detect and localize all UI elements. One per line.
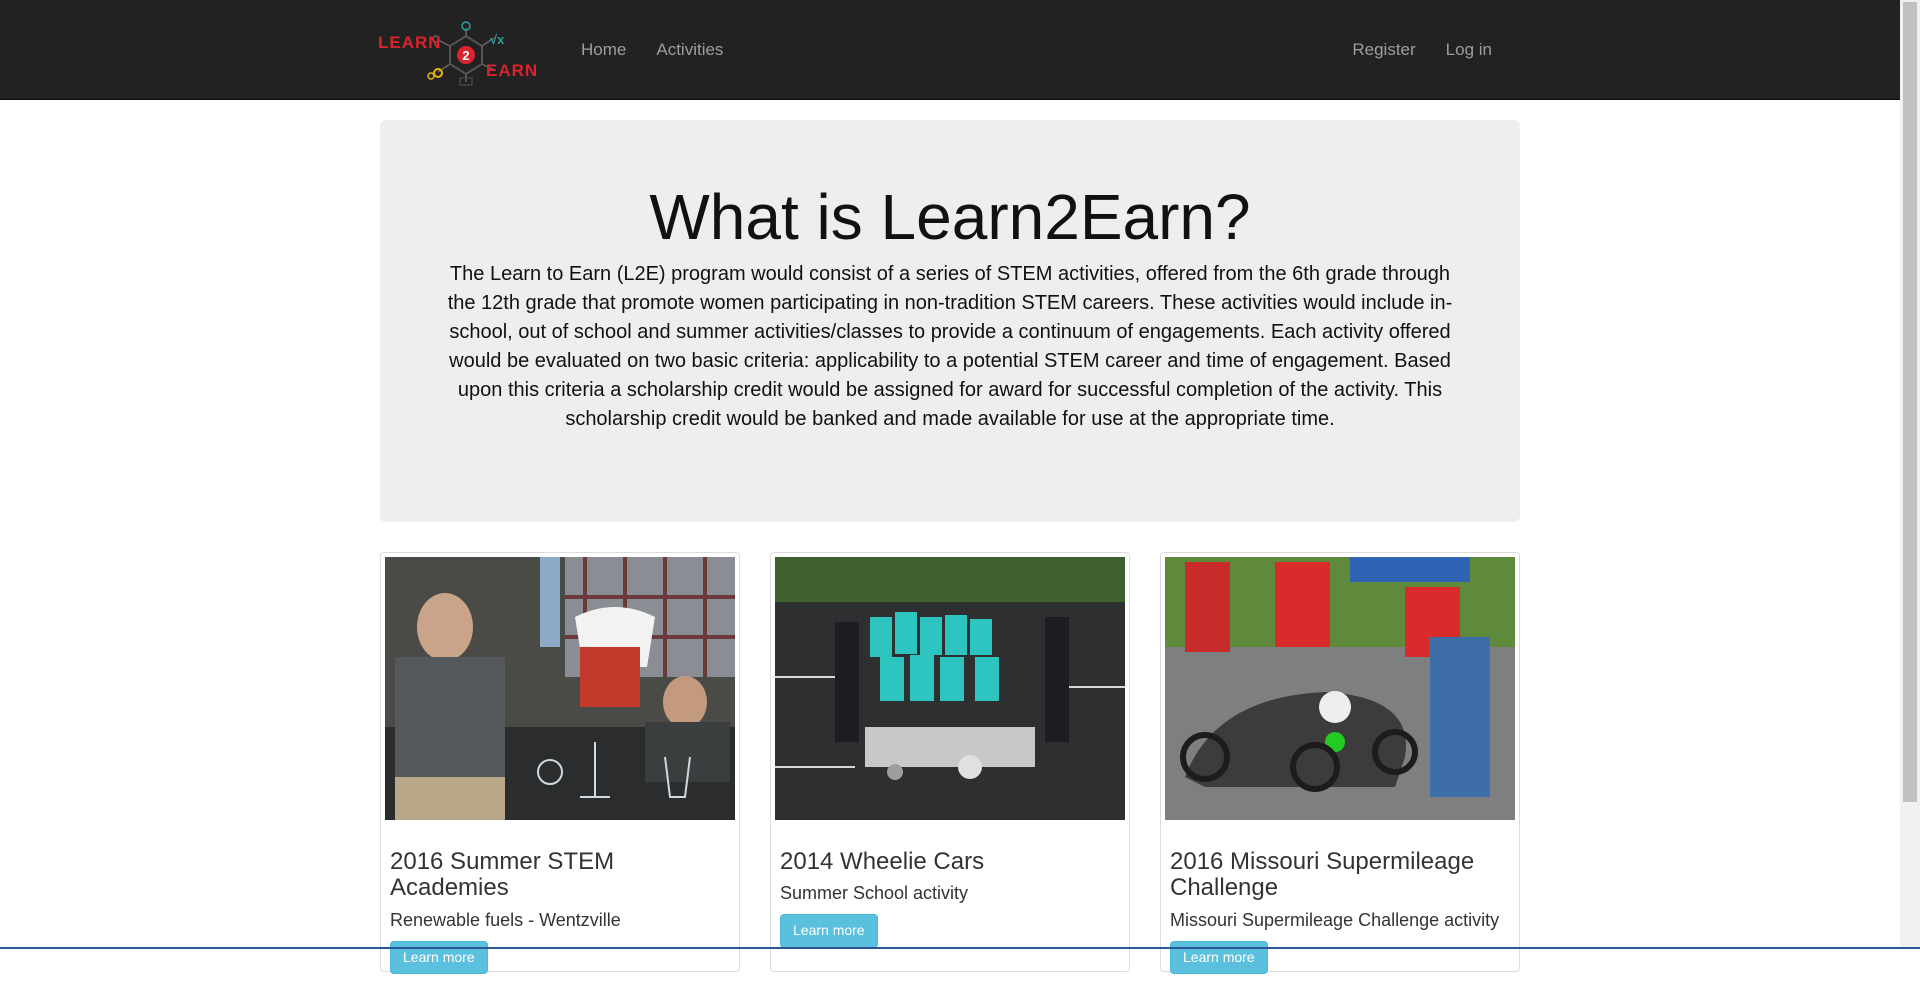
logo-sqrt: √x <box>490 32 505 47</box>
group-photo[interactable] <box>775 557 1125 820</box>
activity-card: 2016 Missouri Supermileage Challenge Mis… <box>1160 552 1520 975</box>
card-subtitle: Renewable fuels - Wentzville <box>390 909 621 930</box>
logo-digit: 2 <box>462 48 469 63</box>
learn2earn-logo[interactable]: 2 √x LEARN EARN <box>378 14 554 86</box>
learn-more-button[interactable]: Learn more <box>1170 940 1268 975</box>
card-title: 2016 Summer STEM Academies <box>390 848 615 902</box>
logo-word-learn: LEARN <box>378 33 442 52</box>
top-navbar: 2 √x LEARN EARN Home Activities Register… <box>0 0 1900 100</box>
nav-register-link[interactable]: Register <box>1337 0 1430 100</box>
page-title: What is Learn2Earn? <box>649 181 1251 253</box>
lab-photo[interactable] <box>385 557 735 820</box>
account-nav: Register Log in <box>1337 0 1507 100</box>
card-title: 2016 Missouri Supermileage Challenge <box>1170 848 1475 902</box>
nav-home-link[interactable]: Home <box>566 0 641 100</box>
scrollbar-thumb[interactable] <box>1903 2 1917 802</box>
learn-more-button[interactable]: Learn more <box>780 914 878 948</box>
intro-paragraph: The Learn to Earn (L2E) program would co… <box>447 263 1453 430</box>
nav-login-link[interactable]: Log in <box>1431 0 1507 100</box>
race-car-photo[interactable] <box>1165 557 1515 820</box>
learn-more-button[interactable]: Learn more <box>390 940 488 975</box>
intro-jumbotron: What is Learn2Earn? The Learn to Earn (L… <box>380 120 1520 522</box>
activity-card: 2014 Wheelie Cars Summer School activity… <box>770 552 1130 972</box>
logo-word-earn: EARN <box>486 61 538 80</box>
card-subtitle: Missouri Supermileage Challenge activity <box>1170 909 1500 930</box>
card-caption: 2016 Missouri Supermileage Challenge Mis… <box>1165 820 1515 983</box>
card-caption: 2016 Summer STEM Academies Renewable fue… <box>385 820 735 983</box>
card-subtitle: Summer School activity <box>780 883 969 904</box>
card-title: 2014 Wheelie Cars <box>780 848 985 875</box>
page-scrollbar[interactable] <box>1900 0 1920 949</box>
main-nav: Home Activities <box>566 0 738 100</box>
card-caption: 2014 Wheelie Cars Summer School activity… <box>775 820 1125 957</box>
activity-card: 2016 Summer STEM Academies Renewable fue… <box>380 552 740 975</box>
nav-activities-link[interactable]: Activities <box>641 0 738 100</box>
logo-graphic: 2 √x LEARN EARN <box>378 21 538 86</box>
